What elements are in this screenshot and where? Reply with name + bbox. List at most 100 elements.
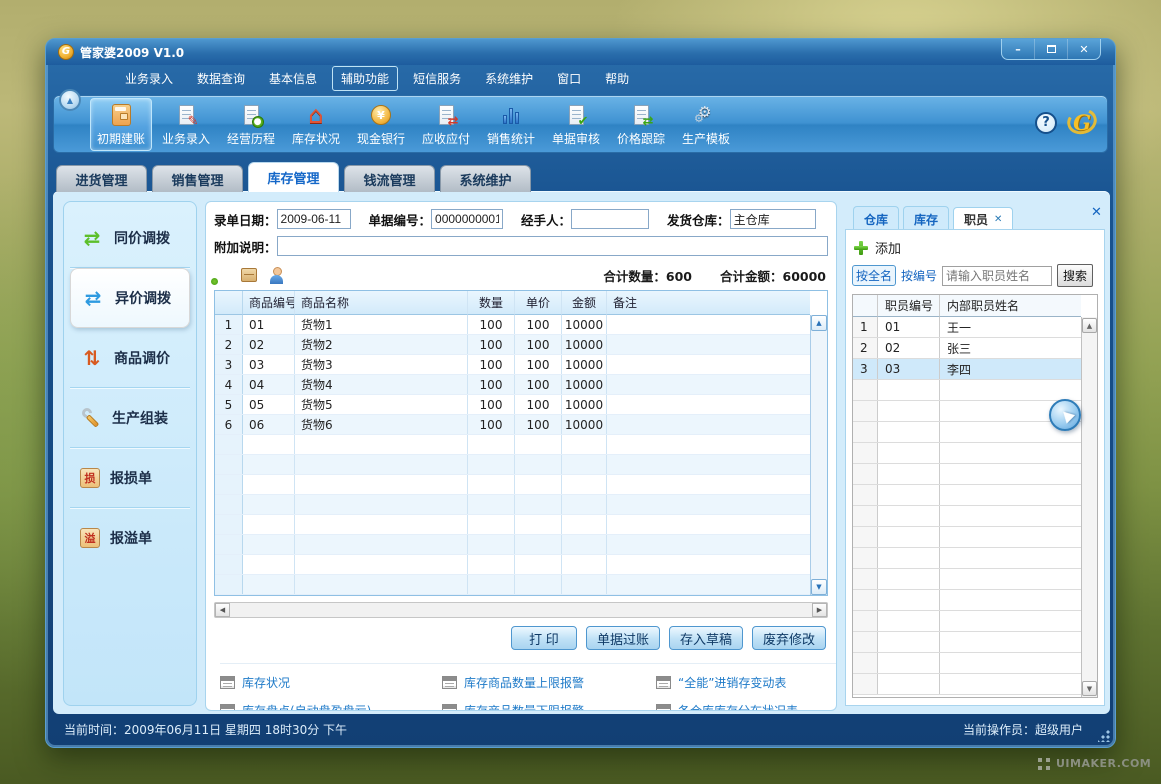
maximize-button[interactable] — [1035, 39, 1068, 59]
tab-cashflow-management[interactable]: 钱流管理 — [344, 165, 435, 192]
goods-box-icon[interactable] — [241, 268, 257, 282]
table-row[interactable]: 202货物210010010000 — [215, 335, 827, 355]
sidebar-item-diff-price-transfer[interactable]: ⇄ 异价调拨 — [70, 268, 190, 328]
toolbar-item-document-review[interactable]: ✔ 单据审核 — [545, 98, 607, 151]
warehouse-building-icon[interactable] — [216, 267, 230, 284]
empty-row — [215, 515, 827, 535]
toolbar-item-business-history[interactable]: ● 经营历程 — [220, 98, 282, 151]
document-card: 录单日期： 单据编号： 经手人： 发货仓库： 附加说明： — [205, 201, 837, 711]
menu-item-basic-info[interactable]: 基本信息 — [260, 66, 326, 91]
sidebar-item-overflow-report[interactable]: 溢 报溢单 — [70, 508, 190, 568]
table-row[interactable]: 505货物510010010000 — [215, 395, 827, 415]
link-inventory-status[interactable]: 库存状况 — [220, 674, 442, 691]
save-draft-button[interactable]: 存入草稿 — [669, 626, 743, 650]
uimaker-logo-icon — [1038, 758, 1050, 770]
menu-item-help[interactable]: 帮助 — [596, 66, 638, 91]
sidebar-item-loss-report[interactable]: 损 报损单 — [70, 448, 190, 508]
col-header-staff-name: 内部职员姓名 — [940, 295, 1081, 317]
tab-purchase-management[interactable]: 进货管理 — [56, 165, 147, 192]
empty-row — [853, 485, 1097, 506]
resize-grip[interactable] — [1098, 730, 1110, 742]
date-input[interactable] — [277, 209, 351, 229]
menu-item-business-entry[interactable]: 业务录入 — [116, 66, 182, 91]
tab-sales-management[interactable]: 销售管理 — [152, 165, 243, 192]
staff-row[interactable]: 202张三 — [853, 338, 1097, 359]
toolbar-item-sales-statistics[interactable]: 销售统计 — [480, 98, 542, 151]
staff-row[interactable]: 101王一 — [853, 317, 1097, 338]
post-document-button[interactable]: 单据过账 — [586, 626, 660, 650]
staff-person-icon[interactable] — [268, 267, 284, 284]
toolbar-item-inventory-status[interactable]: ⌂ 库存状况 — [285, 98, 347, 151]
menu-item-window[interactable]: 窗口 — [548, 66, 590, 91]
filter-by-code-toggle[interactable]: 按编号 — [901, 267, 937, 284]
tab-close-icon[interactable]: ✕ — [994, 214, 1002, 225]
print-button[interactable]: 打 印 — [511, 626, 577, 650]
scroll-down-icon[interactable]: ▼ — [1082, 681, 1097, 696]
brand-logo-icon: G — [1073, 110, 1091, 135]
staff-row-selected[interactable]: 303李四 — [853, 359, 1097, 380]
horizontal-scrollbar[interactable]: ◀ ▶ — [214, 602, 828, 618]
doc-no-label: 单据编号： — [369, 210, 432, 229]
add-row[interactable]: 添加 — [854, 238, 1098, 257]
table-row[interactable]: 404货物410010010000 — [215, 375, 827, 395]
toolbar-item-initial-setup[interactable]: 初期建账 — [90, 98, 152, 151]
table-row[interactable]: 606货物610010010000 — [215, 415, 827, 435]
empty-row — [215, 535, 827, 555]
panel-close-icon[interactable]: ✕ — [1091, 205, 1102, 220]
link-lower-limit-alert[interactable]: 库存商品数量下限报警 — [442, 702, 656, 711]
toolbar-item-business-entry[interactable]: ✎ 业务录入 — [155, 98, 217, 151]
note-input[interactable] — [277, 236, 828, 256]
toolbar-label: 价格跟踪 — [617, 130, 665, 147]
handler-input[interactable] — [571, 209, 649, 229]
sidebar-item-goods-reprice[interactable]: ⇅ 商品调价 — [70, 328, 190, 388]
discard-changes-button[interactable]: 废弃修改 — [752, 626, 826, 650]
toolbar-item-cash-bank[interactable]: ¥ 现金银行 — [350, 98, 412, 151]
toolbar-item-production-template[interactable]: ⚙⚙ 生产模板 — [675, 98, 737, 151]
doc-no-input[interactable] — [431, 209, 503, 229]
vertical-scrollbar[interactable]: ▲ ▼ — [810, 315, 827, 595]
staff-search-input[interactable] — [942, 266, 1052, 286]
table-row[interactable]: 303货物310010010000 — [215, 355, 827, 375]
menu-item-data-query[interactable]: 数据查询 — [188, 66, 254, 91]
tab-warehouse[interactable]: 仓库 — [853, 206, 899, 231]
collapse-toolbar-button[interactable]: ▲ — [59, 89, 81, 111]
col-header-name: 商品名称 — [295, 291, 468, 315]
document-icon: ✔ — [569, 105, 584, 125]
tab-inventory[interactable]: 库存 — [903, 206, 949, 231]
toolbar-item-receivable-payable[interactable]: ⇄ 应收应付 — [415, 98, 477, 151]
help-icon[interactable]: ? — [1035, 112, 1057, 134]
menu-item-sms[interactable]: 短信服务 — [404, 66, 470, 91]
scroll-up-icon[interactable]: ▲ — [1082, 318, 1097, 333]
scroll-right-icon[interactable]: ▶ — [812, 603, 827, 617]
table-row[interactable]: 101货物110010010000 — [215, 315, 827, 335]
empty-row — [215, 555, 827, 575]
menu-item-system-maintenance[interactable]: 系统维护 — [476, 66, 542, 91]
report-icon — [442, 676, 457, 689]
tab-inventory-management[interactable]: 库存管理 — [248, 162, 339, 192]
close-button[interactable]: ✕ — [1068, 39, 1100, 59]
link-upper-limit-alert[interactable]: 库存商品数量上限报警 — [442, 674, 656, 691]
minimize-button[interactable]: – — [1002, 39, 1035, 59]
link-warehouse-distribution[interactable]: 各仓库库存分布状况表 — [656, 702, 836, 711]
sidebar-item-same-price-transfer[interactable]: ⇄ 同价调拨 — [70, 208, 190, 268]
scroll-down-icon[interactable]: ▼ — [811, 579, 827, 595]
staff-scrollbar[interactable]: ▲ ▼ — [1081, 317, 1097, 697]
app-logo-icon: G — [58, 44, 74, 60]
menu-item-auxiliary[interactable]: 辅助功能 — [332, 66, 398, 91]
status-current-time: 当前时间：2009年06月11日 星期四 18时30分 下午 — [64, 721, 347, 738]
toolbar-item-price-tracking[interactable]: ⇄ 价格跟踪 — [610, 98, 672, 151]
clock-icon: ● — [252, 116, 264, 128]
total-amount: 合计金额：60000 — [720, 266, 826, 285]
filter-by-name-toggle[interactable]: 按全名 — [852, 265, 896, 286]
transfer-arrows-icon: ⇄ — [81, 288, 105, 308]
staff-table-header: 职员编号 内部职员姓名 — [853, 295, 1097, 317]
search-button[interactable]: 搜索 — [1057, 264, 1093, 287]
scroll-left-icon[interactable]: ◀ — [215, 603, 230, 617]
scroll-up-icon[interactable]: ▲ — [811, 315, 827, 331]
link-all-in-one-change-table[interactable]: “全能”进销存变动表 — [656, 674, 836, 691]
sidebar-item-production-assembly[interactable]: 生产组装 — [70, 388, 190, 448]
warehouse-input[interactable] — [730, 209, 816, 229]
tab-system-maintenance[interactable]: 系统维护 — [440, 165, 531, 192]
sidebar: ⇄ 同价调拨 ⇄ 异价调拨 ⇅ 商品调价 生产组装 损 报损单 溢 报溢单 — [63, 201, 197, 706]
link-stocktaking[interactable]: 库存盘点(自动盘盈盘亏) — [220, 702, 442, 711]
